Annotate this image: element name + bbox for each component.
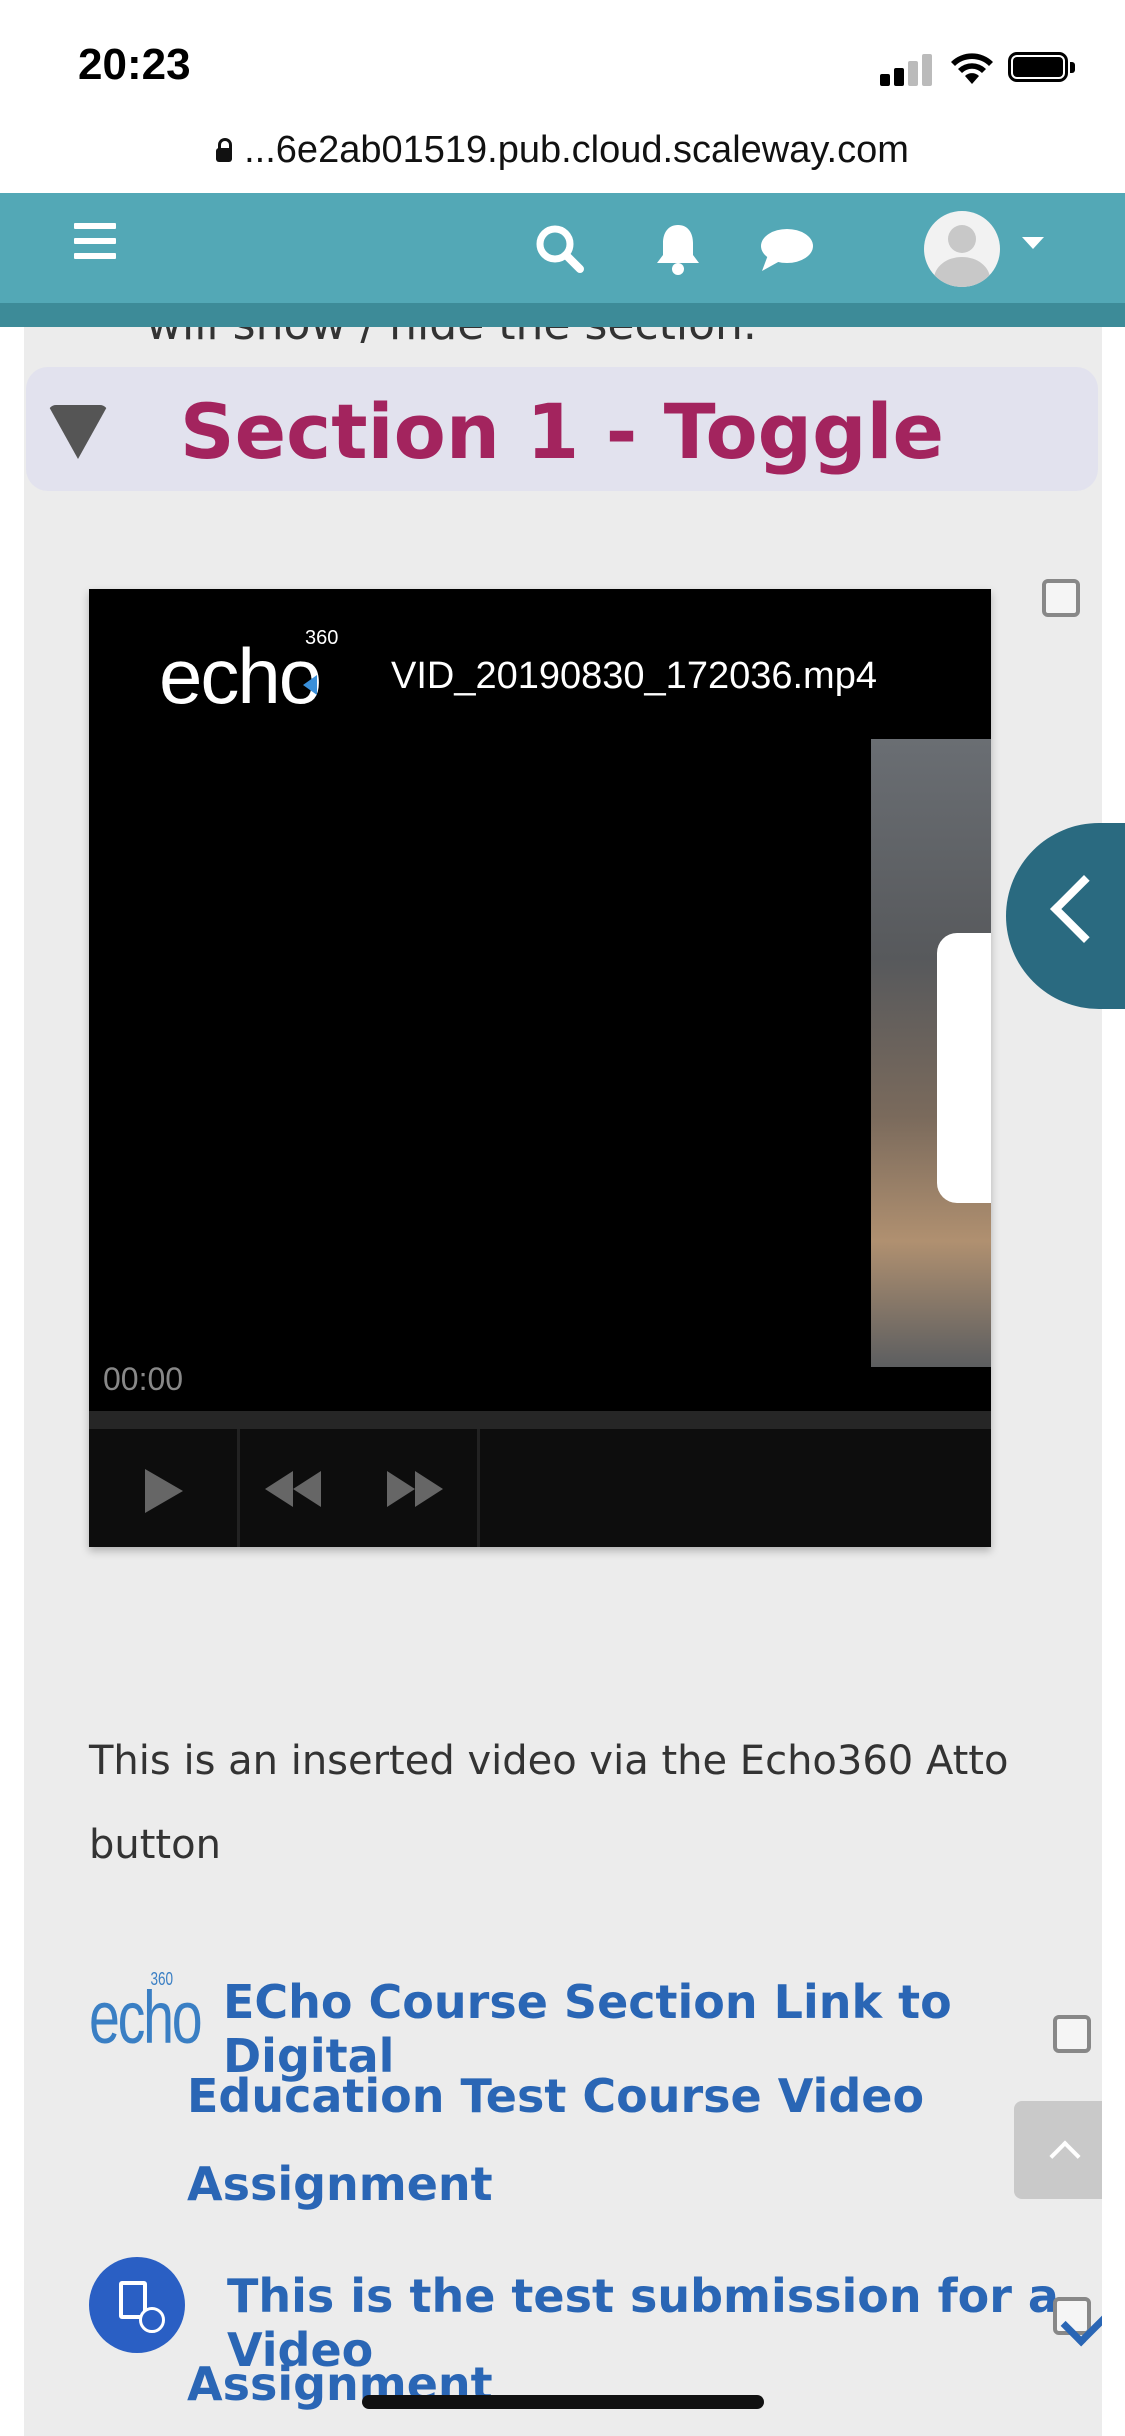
bell-icon[interactable] — [648, 219, 708, 279]
course-content: will show / hide the section. Section 1 … — [24, 327, 1102, 2436]
fast-forward-icon[interactable] — [387, 1469, 457, 1509]
echo360-logo: echo 360 — [159, 627, 339, 720]
battery-icon — [1008, 52, 1078, 84]
activity-link-line3[interactable]: Assignment — [187, 2157, 493, 2211]
chevron-left-icon — [1050, 875, 1118, 943]
chevron-up-icon — [1049, 2140, 1081, 2172]
section-title[interactable]: Section 1 - Toggle — [26, 387, 1098, 476]
url-text: ...6e2ab01519.pub.cloud.scaleway.com — [244, 129, 909, 171]
home-indicator[interactable] — [362, 2395, 764, 2409]
large-play-button[interactable] — [937, 933, 991, 1203]
play-icon — [145, 1469, 183, 1513]
video-controls — [89, 1429, 991, 1547]
lock-icon — [216, 137, 233, 162]
wifi-icon — [951, 53, 993, 84]
video-title: VID_20190830_172036.mp4 — [391, 655, 877, 697]
echo-logo-mark — [303, 675, 317, 695]
video-player[interactable]: echo 360 VID_20190830_172036.mp4 00:00 — [89, 589, 991, 1547]
search-icon[interactable] — [530, 219, 590, 279]
section-header[interactable]: Section 1 - Toggle — [26, 367, 1098, 491]
completion-checkbox[interactable] — [1053, 2015, 1091, 2053]
avatar[interactable] — [924, 211, 1000, 287]
activity-link-line1[interactable]: ECho Course Section Link to Digital — [223, 1975, 1049, 2083]
clock: 20:23 — [78, 40, 191, 89]
status-bar: 20:23 ...6e2ab01519.pub.cloud.scaleway.c… — [0, 0, 1125, 171]
assignment-icon — [89, 2257, 185, 2353]
rewind-icon[interactable] — [265, 1469, 335, 1509]
section-summary-text: will show / hide the section. — [146, 327, 757, 350]
cellular-signal-icon — [880, 52, 932, 86]
completion-checkbox[interactable] — [1042, 579, 1080, 617]
address-bar[interactable]: ...6e2ab01519.pub.cloud.scaleway.com — [0, 125, 1125, 193]
echo360-activity-icon: echo 360 — [89, 1969, 203, 2059]
seek-controls — [237, 1429, 480, 1547]
video-progress-bar[interactable] — [89, 1411, 991, 1429]
video-time: 00:00 — [103, 1361, 184, 1397]
video-description: This is an inserted video via the Echo36… — [89, 1738, 1009, 1868]
back-to-top-button[interactable] — [1014, 2101, 1102, 2199]
navbar — [0, 193, 1125, 305]
chat-icon[interactable] — [756, 219, 816, 279]
play-button[interactable] — [89, 1429, 240, 1547]
hamburger-menu-icon[interactable] — [74, 223, 116, 265]
activity-link-line2[interactable]: Education Test Course Video — [187, 2069, 924, 2123]
navbar-underline — [0, 305, 1125, 327]
caret-down-icon[interactable] — [1022, 237, 1044, 249]
